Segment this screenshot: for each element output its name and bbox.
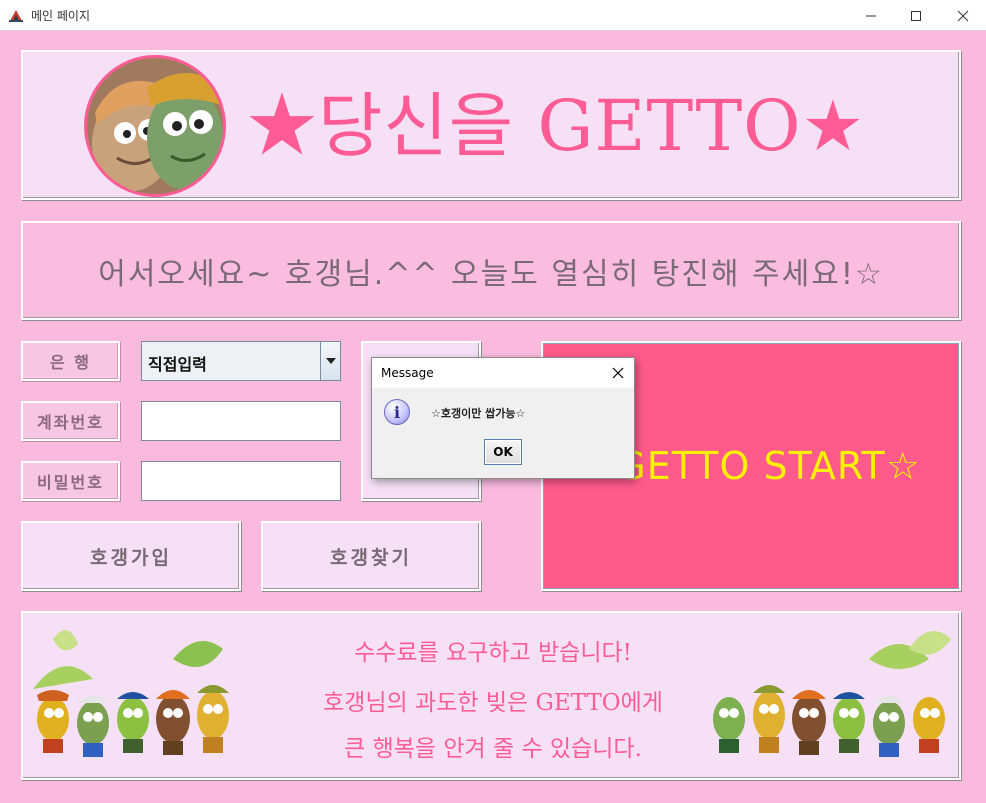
- dialog-titlebar: Message: [372, 358, 634, 388]
- info-icon: i: [384, 399, 410, 425]
- footer-line-2: 호갱님의 과도한 빚은 GETTO에게: [323, 690, 663, 716]
- maximize-button[interactable]: [893, 0, 939, 31]
- close-icon: [957, 10, 969, 21]
- dialog-close-button[interactable]: [606, 361, 630, 385]
- ok-button[interactable]: OK: [484, 439, 522, 465]
- dialog-title: Message: [381, 366, 434, 380]
- account-input[interactable]: [141, 401, 341, 441]
- password-input[interactable]: [141, 461, 341, 501]
- welcome-panel: 어서오세요~ 호갱님.^^ 오늘도 열심히 탕진해 주세요!☆: [21, 221, 961, 320]
- banner-title: ★당신을 GETTO★: [247, 85, 866, 167]
- maximize-icon: [911, 10, 921, 21]
- characters-right-image: [713, 631, 951, 757]
- find-button[interactable]: 호갱찾기: [261, 521, 481, 591]
- footer-line-3: 큰 행복을 안겨 줄 수 있습니다.: [344, 736, 642, 762]
- java-app-icon: [8, 7, 24, 23]
- close-button[interactable]: [940, 0, 986, 31]
- account-label: 계좌번호: [21, 401, 120, 441]
- footer-panel: 수수료를 요구하고 받습니다! 호갱님의 과도한 빚은 GETTO에게 큰 행복…: [21, 611, 961, 780]
- window-titlebar: 메인 페이지: [0, 0, 986, 31]
- dialog-message: ☆호갱이만 쌉가능☆: [431, 407, 526, 420]
- bank-label: 은 행: [21, 341, 120, 381]
- message-dialog: Message i ☆호갱이만 쌉가능☆ OK: [371, 357, 635, 479]
- close-icon: [612, 367, 624, 379]
- welcome-text: 어서오세요~ 호갱님.^^ 오늘도 열심히 탕진해 주세요!☆: [98, 256, 884, 292]
- avatar: [84, 55, 226, 197]
- window-title: 메인 페이지: [31, 9, 91, 23]
- banner-panel: ★당신을 GETTO★: [21, 50, 961, 200]
- bank-select-value: 직접입력: [148, 355, 207, 374]
- chevron-down-icon[interactable]: [320, 342, 340, 380]
- bank-select[interactable]: 직접입력: [141, 341, 341, 381]
- footer-line-1: 수수료를 요구하고 받습니다!: [354, 640, 632, 666]
- minimize-button[interactable]: [848, 0, 894, 31]
- minimize-icon: [866, 15, 876, 16]
- password-label: 비밀번호: [21, 461, 120, 501]
- characters-left-image: [33, 630, 229, 757]
- signup-button[interactable]: 호갱가입: [21, 521, 241, 591]
